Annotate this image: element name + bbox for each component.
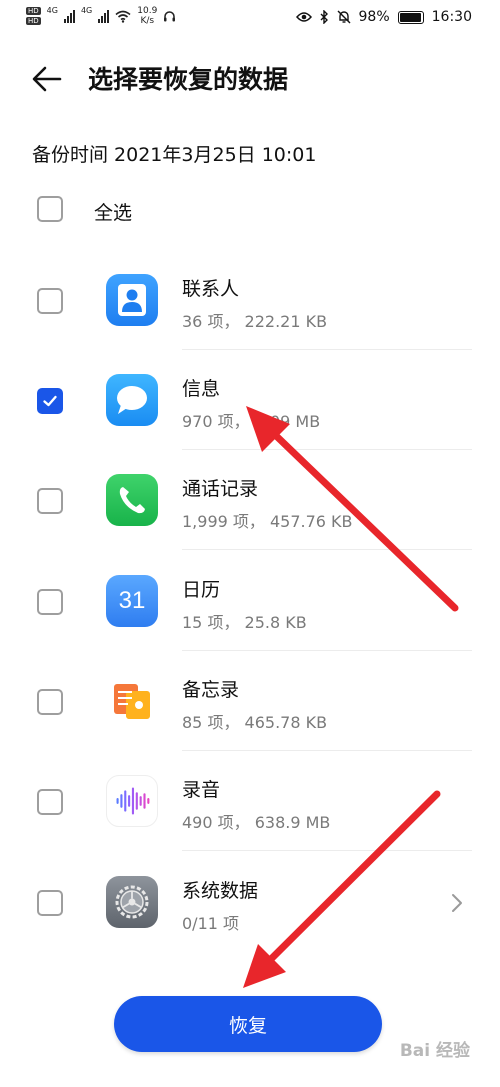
list-item-call-log[interactable]: 通话记录 1,999 项， 457.76 KB — [0, 450, 500, 550]
settings-gear-icon — [106, 876, 158, 928]
item-checkbox[interactable] — [37, 488, 63, 514]
notes-icon — [106, 675, 158, 727]
list-item-contacts[interactable]: 联系人 36 项， 222.21 KB — [0, 250, 500, 350]
eye-icon — [295, 12, 312, 22]
network-type: 4G — [46, 6, 58, 15]
hd-badges: HD HD — [26, 7, 41, 25]
battery-percent: 98% — [358, 9, 390, 25]
list-item-system-data[interactable]: 系统数据 0/11 项 — [0, 852, 500, 952]
list-item-messages[interactable]: 信息 970 项， 3.09 MB — [0, 350, 500, 450]
headset-icon — [164, 10, 176, 21]
signal-icon — [63, 9, 75, 23]
item-checkbox[interactable] — [37, 789, 63, 815]
item-checkbox[interactable] — [37, 288, 63, 314]
item-title: 联系人 — [182, 278, 240, 300]
back-arrow-icon — [32, 66, 62, 92]
item-title: 通话记录 — [182, 478, 259, 500]
messages-icon — [106, 374, 158, 426]
item-title: 备忘录 — [182, 679, 240, 701]
net-speed-unit: K/s — [140, 16, 155, 26]
net-speed: 10.9 K/s — [137, 6, 157, 26]
status-bar-left: HD HD 4G 4G 10.9 K/s — [26, 6, 176, 26]
list-item-recorder[interactable]: 录音 490 项， 638.9 MB — [0, 751, 500, 851]
app-header: 选择要恢复的数据 — [0, 50, 500, 106]
mute-bell-icon — [337, 10, 351, 24]
item-checkbox[interactable] — [37, 589, 63, 615]
item-title: 信息 — [182, 378, 221, 400]
item-subtitle: 0/11 项 — [182, 914, 240, 933]
select-all-checkbox[interactable] — [37, 196, 63, 222]
page-title: 选择要恢复的数据 — [88, 65, 289, 94]
divider — [182, 549, 472, 550]
list-item-notes[interactable]: 备忘录 85 项， 465.78 KB — [0, 651, 500, 751]
checkmark-icon — [43, 395, 57, 407]
bluetooth-icon — [320, 10, 328, 24]
item-title: 录音 — [182, 779, 221, 801]
item-subtitle: 490 项， 638.9 MB — [182, 813, 331, 832]
calendar-icon-text: 31 — [118, 587, 146, 614]
item-checkbox[interactable] — [37, 890, 63, 916]
list-item-calendar[interactable]: 31 日历 15 项， 25.8 KB — [0, 551, 500, 651]
item-subtitle: 85 项， 465.78 KB — [182, 713, 328, 732]
network-type: 4G — [80, 6, 93, 15]
restore-button[interactable]: 恢复 — [114, 996, 382, 1052]
item-checkbox[interactable] — [37, 388, 63, 414]
status-time: 16:30 — [431, 9, 472, 25]
status-bar: HD HD 4G 4G 10.9 K/s 98% 16:30 — [0, 0, 500, 36]
back-button[interactable] — [30, 62, 64, 96]
select-all-label: 全选 — [94, 202, 133, 224]
calendar-icon: 31 — [106, 575, 158, 627]
backup-time: 备份时间 2021年3月25日 10:01 — [32, 144, 317, 166]
status-bar-right: 98% 16:30 — [295, 9, 472, 25]
contacts-icon — [106, 274, 158, 326]
signal-icon — [98, 9, 110, 23]
divider — [182, 850, 472, 851]
item-subtitle: 970 项， 3.09 MB — [182, 412, 321, 431]
item-subtitle: 36 项， 222.21 KB — [182, 312, 328, 331]
item-subtitle: 1,999 项， 457.76 KB — [182, 512, 353, 531]
net-speed-value: 10.9 — [137, 6, 158, 16]
chevron-right-icon[interactable] — [450, 892, 464, 914]
wifi-icon — [115, 10, 131, 23]
item-title: 日历 — [182, 579, 221, 601]
battery-icon — [397, 10, 424, 24]
item-subtitle: 15 项， 25.8 KB — [182, 613, 307, 632]
hd-badge: HD — [26, 17, 41, 25]
watermark: Bai 经验 — [399, 1041, 470, 1061]
recorder-icon — [106, 775, 158, 827]
phone-icon — [106, 474, 158, 526]
item-title: 系统数据 — [182, 880, 259, 902]
item-checkbox[interactable] — [37, 689, 63, 715]
hd-badge: HD — [26, 7, 41, 15]
